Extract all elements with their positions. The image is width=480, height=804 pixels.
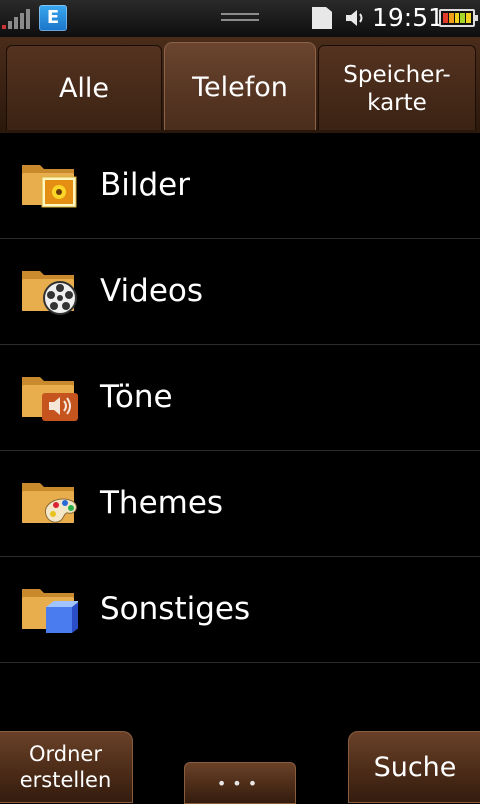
search-label: Suche	[373, 751, 457, 783]
folder-pictures-icon	[22, 165, 77, 208]
battery-icon	[439, 9, 478, 27]
network-type-badge: E	[39, 5, 67, 31]
folder-other-icon	[22, 589, 78, 633]
create-folder-label: Ordner erstellen	[19, 742, 112, 792]
list-item-sonstiges[interactable]: Sonstiges	[0, 557, 480, 663]
tab-telefon[interactable]: Telefon	[164, 42, 316, 132]
status-bar: E 19:51	[0, 0, 480, 38]
sd-card-icon	[312, 7, 332, 29]
tab-label: Telefon	[192, 71, 288, 103]
tab-label: Alle	[58, 73, 110, 104]
folder-label: Bilder	[100, 167, 190, 203]
tab-speicherkarte[interactable]: Speicher- karte	[318, 45, 476, 132]
tab-alle[interactable]: Alle	[6, 45, 162, 132]
folder-videos-icon	[22, 271, 77, 315]
tab-label: Speicher- karte	[343, 62, 451, 116]
more-dots-icon: •••	[216, 773, 264, 793]
create-folder-button[interactable]: Ordner erstellen	[0, 731, 133, 803]
folder-label: Videos	[100, 273, 204, 309]
more-options-button[interactable]: •••	[184, 762, 296, 804]
folder-themes-icon	[22, 483, 77, 523]
folder-sounds-icon	[22, 377, 78, 421]
clock: 19:51	[372, 3, 445, 32]
folder-label: Sonstiges	[100, 591, 251, 627]
notification-drawer-handle[interactable]	[221, 13, 259, 23]
list-item-videos[interactable]: Videos	[0, 239, 480, 345]
list-item-themes[interactable]: Themes	[0, 451, 480, 557]
list-item-bilder[interactable]: Bilder	[0, 133, 480, 239]
folder-label: Töne	[100, 379, 173, 415]
tab-bar: Alle Telefon Speicher- karte	[0, 37, 480, 132]
search-button[interactable]: Suche	[348, 731, 480, 803]
folder-list: Bilder Videos Töne Themes Sonstiges	[0, 133, 480, 663]
speaker-icon	[346, 10, 363, 26]
folder-label: Themes	[100, 485, 224, 521]
list-item-toene[interactable]: Töne	[0, 345, 480, 451]
